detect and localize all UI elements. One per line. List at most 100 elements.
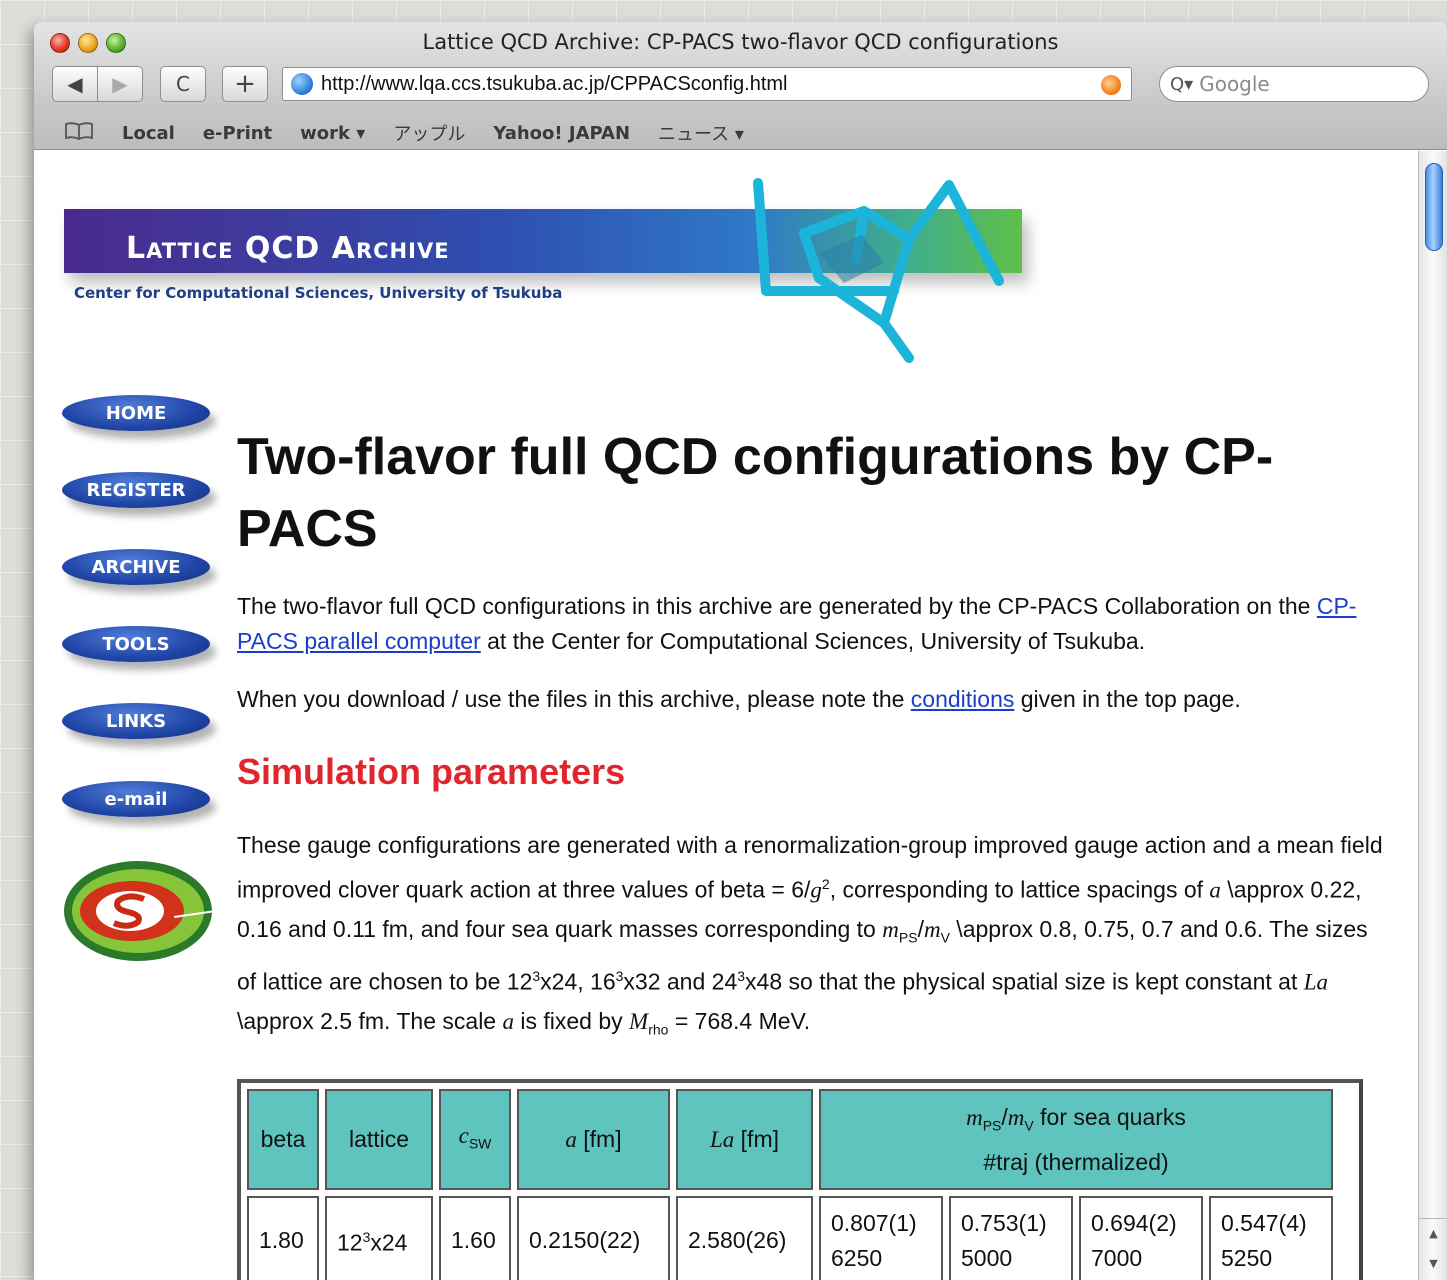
sim-sub: V — [940, 929, 950, 946]
header-m: m — [966, 1105, 983, 1130]
scrollbar-thumb[interactable] — [1425, 163, 1443, 251]
parameters-table: beta lattice cSW a [fm] La [fm] mPS/mV f… — [237, 1079, 1363, 1280]
sim-sub: rho — [648, 1021, 669, 1038]
lattice-rest: x24 — [370, 1229, 408, 1256]
nav-tools-button[interactable]: TOOLS — [62, 626, 210, 662]
reload-icon: C — [176, 72, 190, 96]
banner-subtitle: Center for Computational Sciences, Unive… — [74, 284, 563, 302]
note-text: When you download / use the files in thi… — [237, 686, 911, 712]
sim-text: x24, 16 — [540, 968, 616, 995]
bookmark-local[interactable]: Local — [122, 123, 175, 144]
search-placeholder: Google — [1199, 72, 1270, 96]
cell-mass-2: 0.753(1) 5000 — [949, 1195, 1073, 1280]
header-lattice: lattice — [325, 1089, 433, 1190]
cell-csw: 1.60 — [439, 1195, 511, 1280]
forward-arrow-icon: ▶ — [112, 72, 128, 96]
nav-archive-button[interactable]: ARCHIVE — [62, 549, 210, 585]
nav-email-button[interactable]: e-mail — [62, 781, 210, 817]
cell-ratio: 0.807(1) — [831, 1209, 917, 1236]
bookmark-yahoo-japan[interactable]: Yahoo! JAPAN — [493, 123, 630, 144]
sim-text: x32 and 24 — [623, 968, 738, 995]
back-button[interactable]: ◀ — [52, 66, 98, 102]
page-title: Two-flavor full QCD configurations by CP… — [237, 428, 1274, 558]
sim-var-a: a — [502, 1008, 515, 1034]
sim-text: is fixed by — [514, 1007, 630, 1034]
search-icon: Q▾ — [1170, 73, 1194, 95]
note-text-end: given in the top page. — [1014, 686, 1241, 712]
search-field[interactable]: Q▾ Google — [1159, 66, 1429, 102]
sim-sub: PS — [898, 929, 918, 946]
sim-text: , corresponding to lattice spacings of — [829, 876, 1210, 903]
sim-text: x48 so that the physical spatial size is… — [745, 968, 1304, 995]
header-v: V — [1024, 1117, 1034, 1134]
scroll-up-icon[interactable]: ▲ — [1419, 1219, 1447, 1249]
scroll-down-icon[interactable]: ▼ — [1419, 1249, 1447, 1279]
bookmark-news[interactable]: ニュース ▾ — [658, 120, 744, 146]
sim-var-g: g — [810, 877, 822, 903]
cell-traj: 5000 — [961, 1244, 1013, 1271]
page-content: Lattice QCD Archive Center for Computati… — [34, 151, 1418, 1280]
cell-traj: 6250 — [831, 1244, 883, 1271]
cell-traj: 5250 — [1221, 1244, 1273, 1271]
globe-icon — [291, 73, 313, 95]
banner-title: Lattice QCD Archive — [126, 231, 450, 266]
rss-icon[interactable] — [1101, 75, 1121, 95]
sim-var-m: m — [923, 916, 941, 942]
sim-sup: 3 — [532, 968, 541, 985]
header-csw-sub: SW — [468, 1135, 492, 1152]
cell-lattice: 123x24 — [325, 1195, 433, 1280]
cell-mass-1: 0.807(1) 6250 — [819, 1195, 943, 1280]
header-ps: PS — [982, 1117, 1002, 1134]
cell-beta: 1.80 — [247, 1195, 319, 1280]
sim-var-M: M — [629, 1008, 649, 1034]
intro-text-end: at the Center for Computational Sciences… — [480, 628, 1146, 654]
simulation-paragraph: These gauge configurations are generated… — [237, 826, 1387, 1050]
conditions-paragraph: When you download / use the files in thi… — [237, 682, 1387, 717]
window-title: Lattice QCD Archive: CP-PACS two-flavor … — [422, 30, 1059, 54]
bookmark-apple[interactable]: アップル — [393, 120, 465, 146]
bookmark-eprint[interactable]: e-Print — [203, 123, 272, 144]
intro-paragraph: The two-flavor full QCD configurations i… — [237, 589, 1387, 659]
header-traj: #traj (thermalized) — [983, 1148, 1169, 1175]
cell-ratio: 0.694(2) — [1091, 1209, 1177, 1236]
forward-button[interactable]: ▶ — [97, 66, 143, 102]
header-sea-quarks: for sea quarks — [1033, 1104, 1186, 1130]
header-m: m — [1007, 1105, 1025, 1130]
header-la-unit: [fm] — [734, 1125, 780, 1152]
sim-text: \approx 2.5 fm. The scale — [237, 1007, 503, 1034]
header-a-unit: [fm] — [576, 1125, 622, 1152]
header-a: a [fm] — [517, 1089, 670, 1190]
sim-var-m: m — [882, 916, 899, 942]
url-text: http://www.lqa.ccs.tsukuba.ac.jp/CPPACSc… — [321, 72, 788, 95]
vertical-scrollbar[interactable]: ▲ ▼ — [1418, 151, 1447, 1280]
address-bar[interactable]: http://www.lqa.ccs.tsukuba.ac.jp/CPPACSc… — [282, 67, 1132, 101]
cell-ratio: 0.547(4) — [1221, 1209, 1307, 1236]
sim-text: = 768.4 MeV. — [668, 1007, 811, 1034]
bookmarks-bar: Local e-Print work ▾ アップル Yahoo! JAPAN ニ… — [64, 120, 744, 146]
section-title: Simulation parameters — [237, 751, 626, 792]
table-row: 1.80 123x24 1.60 0.2150(22) 2.580(26) 0.… — [247, 1195, 1333, 1280]
window-chrome: Lattice QCD Archive: CP-PACS two-flavor … — [34, 22, 1447, 150]
header-a-var: a — [565, 1126, 577, 1152]
conditions-link[interactable]: conditions — [911, 686, 1015, 712]
lqa-logo-icon — [744, 173, 1044, 367]
add-bookmark-button[interactable]: + — [222, 66, 268, 102]
nav-register-button[interactable]: REGISTER — [62, 472, 210, 508]
nav-links-button[interactable]: LINKS — [62, 703, 210, 739]
sim-var-a: a — [1209, 877, 1221, 903]
cell-a: 0.2150(22) — [517, 1195, 670, 1280]
book-icon[interactable] — [64, 121, 94, 146]
header-la: La [fm] — [676, 1089, 813, 1190]
reload-button[interactable]: C — [160, 66, 206, 102]
bookmark-work[interactable]: work ▾ — [300, 123, 365, 144]
header-beta: beta — [247, 1089, 319, 1190]
cell-mass-3: 0.694(2) 7000 — [1079, 1195, 1203, 1280]
table-header-row: beta lattice cSW a [fm] La [fm] mPS/mV f… — [247, 1089, 1333, 1190]
cell-traj: 7000 — [1091, 1244, 1143, 1271]
lattice-base: 12 — [337, 1229, 363, 1256]
nav-home-button[interactable]: HOME — [62, 395, 210, 431]
header-csw: cSW — [439, 1089, 511, 1190]
cell-mass-4: 0.547(4) 5250 — [1209, 1195, 1333, 1280]
back-arrow-icon: ◀ — [67, 72, 83, 96]
header-mps-mv: mPS/mV for sea quarks #traj (thermalized) — [819, 1089, 1333, 1190]
